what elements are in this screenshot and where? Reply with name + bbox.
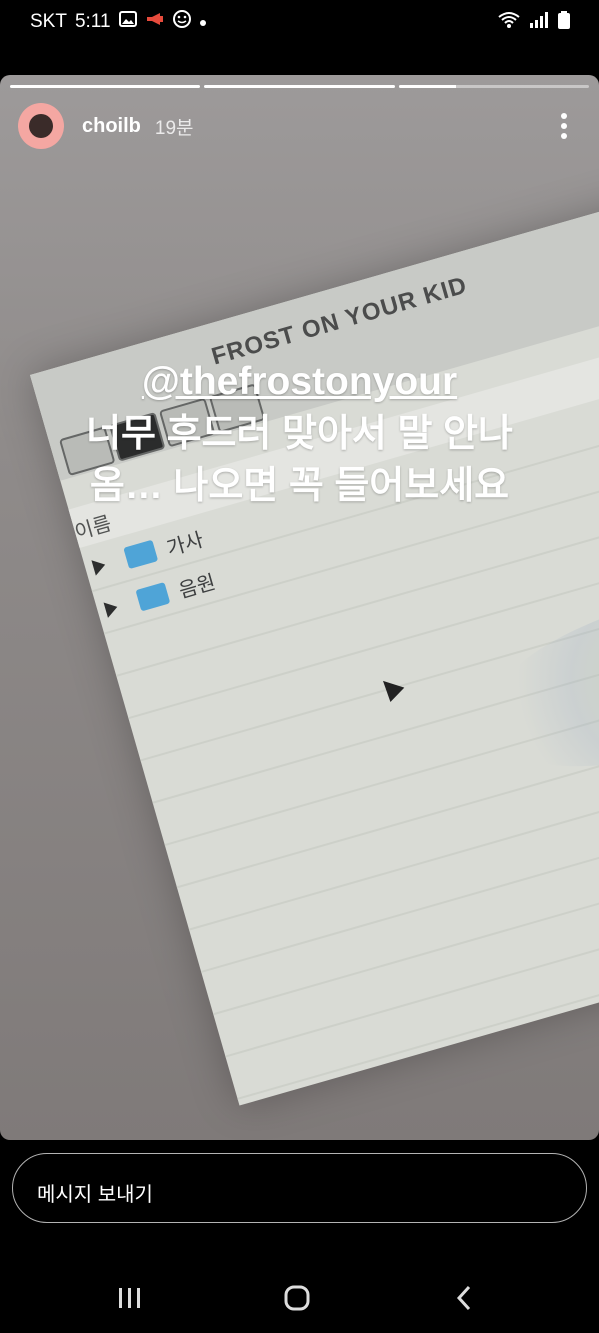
emoji-icon — [172, 10, 191, 34]
progress-segment-2 — [204, 85, 395, 88]
more-options-icon — [561, 113, 567, 139]
folder-label: 음원 — [176, 570, 218, 603]
status-right — [497, 10, 571, 35]
progress-segment-1 — [10, 85, 201, 88]
story-viewer[interactable]: choilb 19분 FROST ON YOUR KID 수정 이름 가사 — [0, 75, 599, 1140]
wifi-icon — [497, 11, 521, 34]
home-button[interactable] — [277, 1284, 317, 1312]
carrier-label: SKT — [30, 11, 67, 32]
send-message-input[interactable]: 메시지 보내기 — [12, 1153, 587, 1223]
gallery-icon — [118, 11, 137, 33]
recent-apps-button[interactable] — [110, 1284, 150, 1312]
username[interactable]: choilb — [82, 115, 141, 138]
disclosure-triangle-icon — [103, 599, 120, 618]
back-icon — [456, 1285, 471, 1311]
progress-fill-1 — [10, 85, 201, 88]
progress-segment-3 — [398, 85, 589, 88]
progress-fill-2 — [204, 85, 395, 88]
folder-label: 가사 — [164, 528, 206, 560]
status-left: SKT 5:11 — [30, 10, 207, 34]
folder-icon — [123, 539, 159, 570]
timestamp: 19분 — [154, 117, 194, 139]
home-icon — [284, 1285, 310, 1311]
story-photo: FROST ON YOUR KID 수정 이름 가사 음원 — [30, 198, 599, 1106]
signal-icon — [529, 11, 549, 34]
back-button[interactable] — [444, 1284, 484, 1312]
disclosure-triangle-icon — [91, 556, 108, 576]
battery-icon — [557, 10, 571, 35]
folder-icon — [135, 582, 171, 612]
photo-name-column: 이름 — [72, 512, 114, 545]
more-options-button[interactable] — [547, 109, 581, 143]
time-label: 5:11 — [74, 11, 111, 32]
status-bar: SKT 5:11 — [0, 0, 599, 44]
avatar[interactable] — [18, 103, 64, 149]
story-progress — [10, 85, 589, 88]
story-caption: @thefrostonyour 너무 후드러 맞아서 말 안나 옴… 나오면 꼭… — [0, 360, 599, 512]
send-message-placeholder: 메시지 보내기 — [37, 1184, 153, 1206]
navigation-bar — [0, 1270, 599, 1333]
megaphone-icon — [145, 11, 165, 33]
photo-window-title: FROST ON YOUR KID — [208, 271, 471, 371]
dot-icon — [199, 11, 207, 33]
caption-line-2: 옴… 나오면 꼭 들어보세요 — [89, 465, 510, 507]
caption-line-1: 너무 후드러 맞아서 말 안나 — [86, 413, 513, 455]
story-header: choilb 19분 — [18, 103, 581, 149]
caption-mention[interactable]: @thefrostonyour — [0, 360, 599, 404]
progress-fill-3 — [398, 85, 456, 88]
recent-apps-icon — [119, 1288, 140, 1308]
